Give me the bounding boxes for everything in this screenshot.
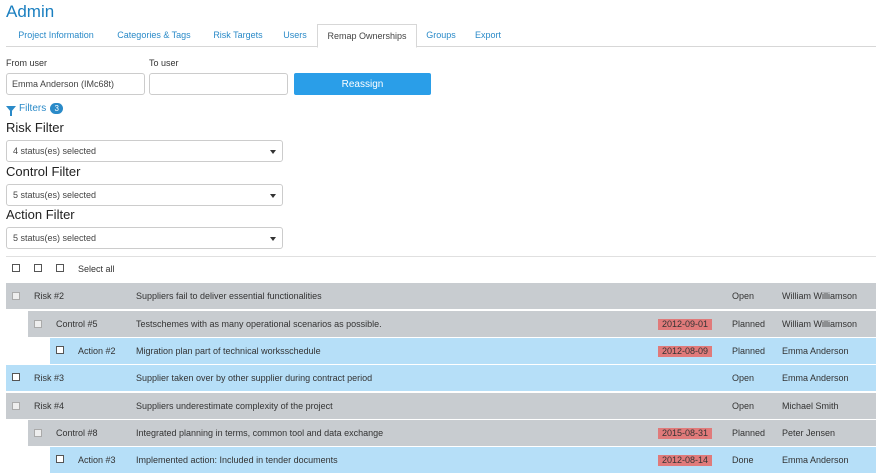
control-filter-title: Control Filter: [6, 164, 81, 179]
row-owner: William Williamson: [782, 319, 858, 329]
filters-count-badge: 3: [50, 103, 64, 114]
reassign-button[interactable]: Reassign: [294, 73, 431, 95]
select-all-label[interactable]: Select all: [78, 264, 115, 274]
row-checkbox[interactable]: [56, 455, 64, 463]
row-id: Control #5: [56, 319, 98, 329]
row-owner: William Williamson: [782, 291, 858, 301]
table-row[interactable]: Control #5 Testschemes with as many oper…: [28, 311, 876, 337]
row-description: Suppliers fail to deliver essential func…: [136, 291, 322, 301]
row-description: Testschemes with as many operational sce…: [136, 319, 382, 329]
row-status: Planned: [732, 346, 766, 356]
table-row[interactable]: Control #8 Integrated planning in terms,…: [28, 420, 876, 446]
row-id: Risk #2: [34, 291, 65, 301]
tab-remap-ownerships[interactable]: Remap Ownerships: [317, 24, 417, 48]
row-checkbox[interactable]: [56, 346, 64, 354]
tab-bar: Project Information Categories & Tags Ri…: [6, 24, 876, 48]
table-row[interactable]: Risk #2 Suppliers fail to deliver essent…: [6, 283, 876, 309]
row-status: Open: [732, 291, 755, 301]
row-owner: Emma Anderson: [782, 455, 849, 465]
risk-filter-value: 4 status(es) selected: [13, 146, 97, 156]
row-status: Done: [732, 455, 754, 465]
row-owner: Emma Anderson: [782, 373, 849, 383]
row-description: Migration plan part of technical workssc…: [136, 346, 321, 356]
to-user-label: To user: [149, 58, 179, 68]
chevron-down-icon: [270, 237, 276, 241]
tab-project-information[interactable]: Project Information: [6, 24, 106, 47]
row-description: Supplier taken over by other supplier du…: [136, 373, 373, 383]
row-checkbox[interactable]: [34, 320, 42, 328]
row-id: Risk #3: [34, 373, 65, 383]
row-status: Planned: [732, 319, 766, 329]
tab-users[interactable]: Users: [277, 24, 313, 47]
to-user-input[interactable]: [149, 73, 288, 95]
control-filter-select[interactable]: 5 status(es) selected: [6, 184, 283, 206]
row-status: Planned: [732, 428, 766, 438]
table-row[interactable]: Risk #4 Suppliers underestimate complexi…: [6, 393, 876, 419]
filters-toggle[interactable]: Filters 3: [6, 103, 64, 116]
row-status: Open: [732, 401, 755, 411]
row-id: Risk #4: [34, 401, 65, 411]
row-due-date: 2015-08-31: [658, 428, 713, 439]
action-filter-title: Action Filter: [6, 207, 75, 222]
from-user-label: From user: [6, 58, 48, 68]
row-owner: Michael Smith: [782, 401, 839, 411]
row-owner: Emma Anderson: [782, 346, 849, 356]
row-due-date: 2012-08-09: [658, 346, 713, 357]
select-risks-checkbox[interactable]: [12, 264, 20, 272]
row-status: Open: [732, 373, 755, 383]
table-row[interactable]: Action #2 Migration plan part of technic…: [50, 338, 876, 364]
tab-export[interactable]: Export: [467, 24, 509, 47]
from-user-input[interactable]: [6, 73, 145, 95]
table-row[interactable]: Risk #3 Supplier taken over by other sup…: [6, 365, 876, 391]
filters-label: Filters: [19, 103, 47, 114]
row-description: Implemented action: Included in tender d…: [136, 455, 338, 465]
row-due-date: 2012-09-01: [658, 319, 713, 330]
row-owner: Peter Jensen: [782, 428, 836, 438]
risk-filter-title: Risk Filter: [6, 120, 64, 135]
row-checkbox[interactable]: [12, 373, 20, 381]
row-due-date: 2012-08-14: [658, 455, 713, 466]
filter-icon: [6, 105, 16, 116]
action-filter-select[interactable]: 5 status(es) selected: [6, 227, 283, 249]
select-actions-checkbox[interactable]: [56, 264, 64, 272]
action-filter-value: 5 status(es) selected: [13, 233, 97, 243]
row-id: Control #8: [56, 428, 98, 438]
tab-risk-targets[interactable]: Risk Targets: [204, 24, 272, 47]
risk-filter-select[interactable]: 4 status(es) selected: [6, 140, 283, 162]
control-filter-value: 5 status(es) selected: [13, 190, 97, 200]
divider: [6, 256, 876, 257]
table-row[interactable]: Action #3 Implemented action: Included i…: [50, 447, 876, 473]
select-controls-checkbox[interactable]: [34, 264, 42, 272]
row-checkbox[interactable]: [12, 402, 20, 410]
row-description: Integrated planning in terms, common too…: [136, 428, 384, 438]
row-id: Action #2: [78, 346, 116, 356]
tab-groups[interactable]: Groups: [420, 24, 462, 47]
row-description: Suppliers underestimate complexity of th…: [136, 401, 333, 411]
chevron-down-icon: [270, 194, 276, 198]
chevron-down-icon: [270, 150, 276, 154]
row-checkbox[interactable]: [34, 429, 42, 437]
row-checkbox[interactable]: [12, 292, 20, 300]
page-title: Admin: [6, 2, 55, 21]
row-id: Action #3: [78, 455, 116, 465]
tab-categories-tags[interactable]: Categories & Tags: [109, 24, 199, 47]
